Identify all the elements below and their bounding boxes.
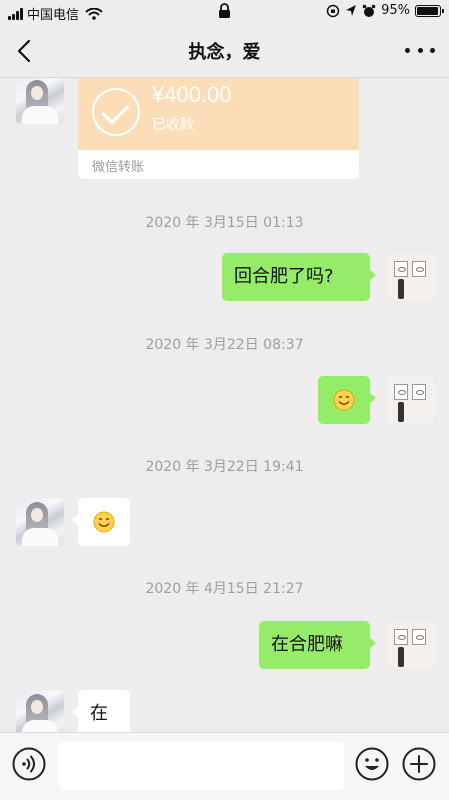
alarm-icon [362,4,376,17]
rotation-lock-icon [326,4,340,17]
lock-icon [219,3,230,18]
contact-avatar[interactable] [16,78,64,124]
message-timestamp: 2020 年 3月22日 08:37 [145,337,304,353]
check-circle-icon [92,88,140,136]
wifi-icon [85,7,103,20]
battery-fill [417,6,438,15]
contact-avatar[interactable] [16,690,64,732]
battery-icon [415,4,444,17]
plus-icon[interactable] [402,747,436,781]
voice-icon[interactable] [12,747,46,781]
message-timestamp: 2020 年 4月15日 21:27 [145,581,304,597]
transfer-card-header: ¥400.00 已收款 [78,78,359,150]
status-right: 95% [326,3,444,18]
message-timestamp: 2020 年 3月15日 01:13 [145,215,304,231]
my-avatar[interactable] [386,621,434,669]
my-avatar[interactable] [386,376,434,424]
my-avatar[interactable] [386,253,434,301]
battery-percent: 95% [381,3,410,18]
chat-title: 执念，爱 [188,42,261,63]
signal-icon [8,7,23,20]
smiling-face-emoji-icon [333,389,355,411]
message-input[interactable] [58,742,344,790]
smiling-face-emoji-icon [93,511,115,533]
received-message[interactable] [72,498,130,546]
contact-avatar[interactable] [16,498,64,546]
transfer-card[interactable]: ¥400.00 已收款 微信转账 [78,78,359,179]
transfer-label: 微信转账 [92,160,145,175]
transfer-status: 已收款 [152,117,194,133]
location-arrow-icon [346,5,357,16]
chat-area[interactable]: ¥400.00 已收款 微信转账 2020 年 3月15日 01:13 回合肥了… [0,78,449,732]
sent-message[interactable]: 在合肥嘛 [259,621,376,669]
carrier-name: 中国电信 [27,8,80,23]
emoji-icon[interactable] [355,747,389,781]
more-dots-icon[interactable] [405,40,435,60]
sent-message[interactable]: 回合肥了吗? [222,253,376,301]
status-left: 中国电信 [8,4,103,23]
message-timestamp: 2020 年 3月22日 19:41 [145,459,304,475]
status-bar: 中国电信 95% [0,0,449,24]
transfer-amount: ¥400.00 [152,82,232,107]
sent-message[interactable] [318,376,376,424]
input-bar [0,732,449,800]
nav-bar: 执念，爱 [0,24,449,78]
received-message[interactable]: 在 [72,690,130,732]
